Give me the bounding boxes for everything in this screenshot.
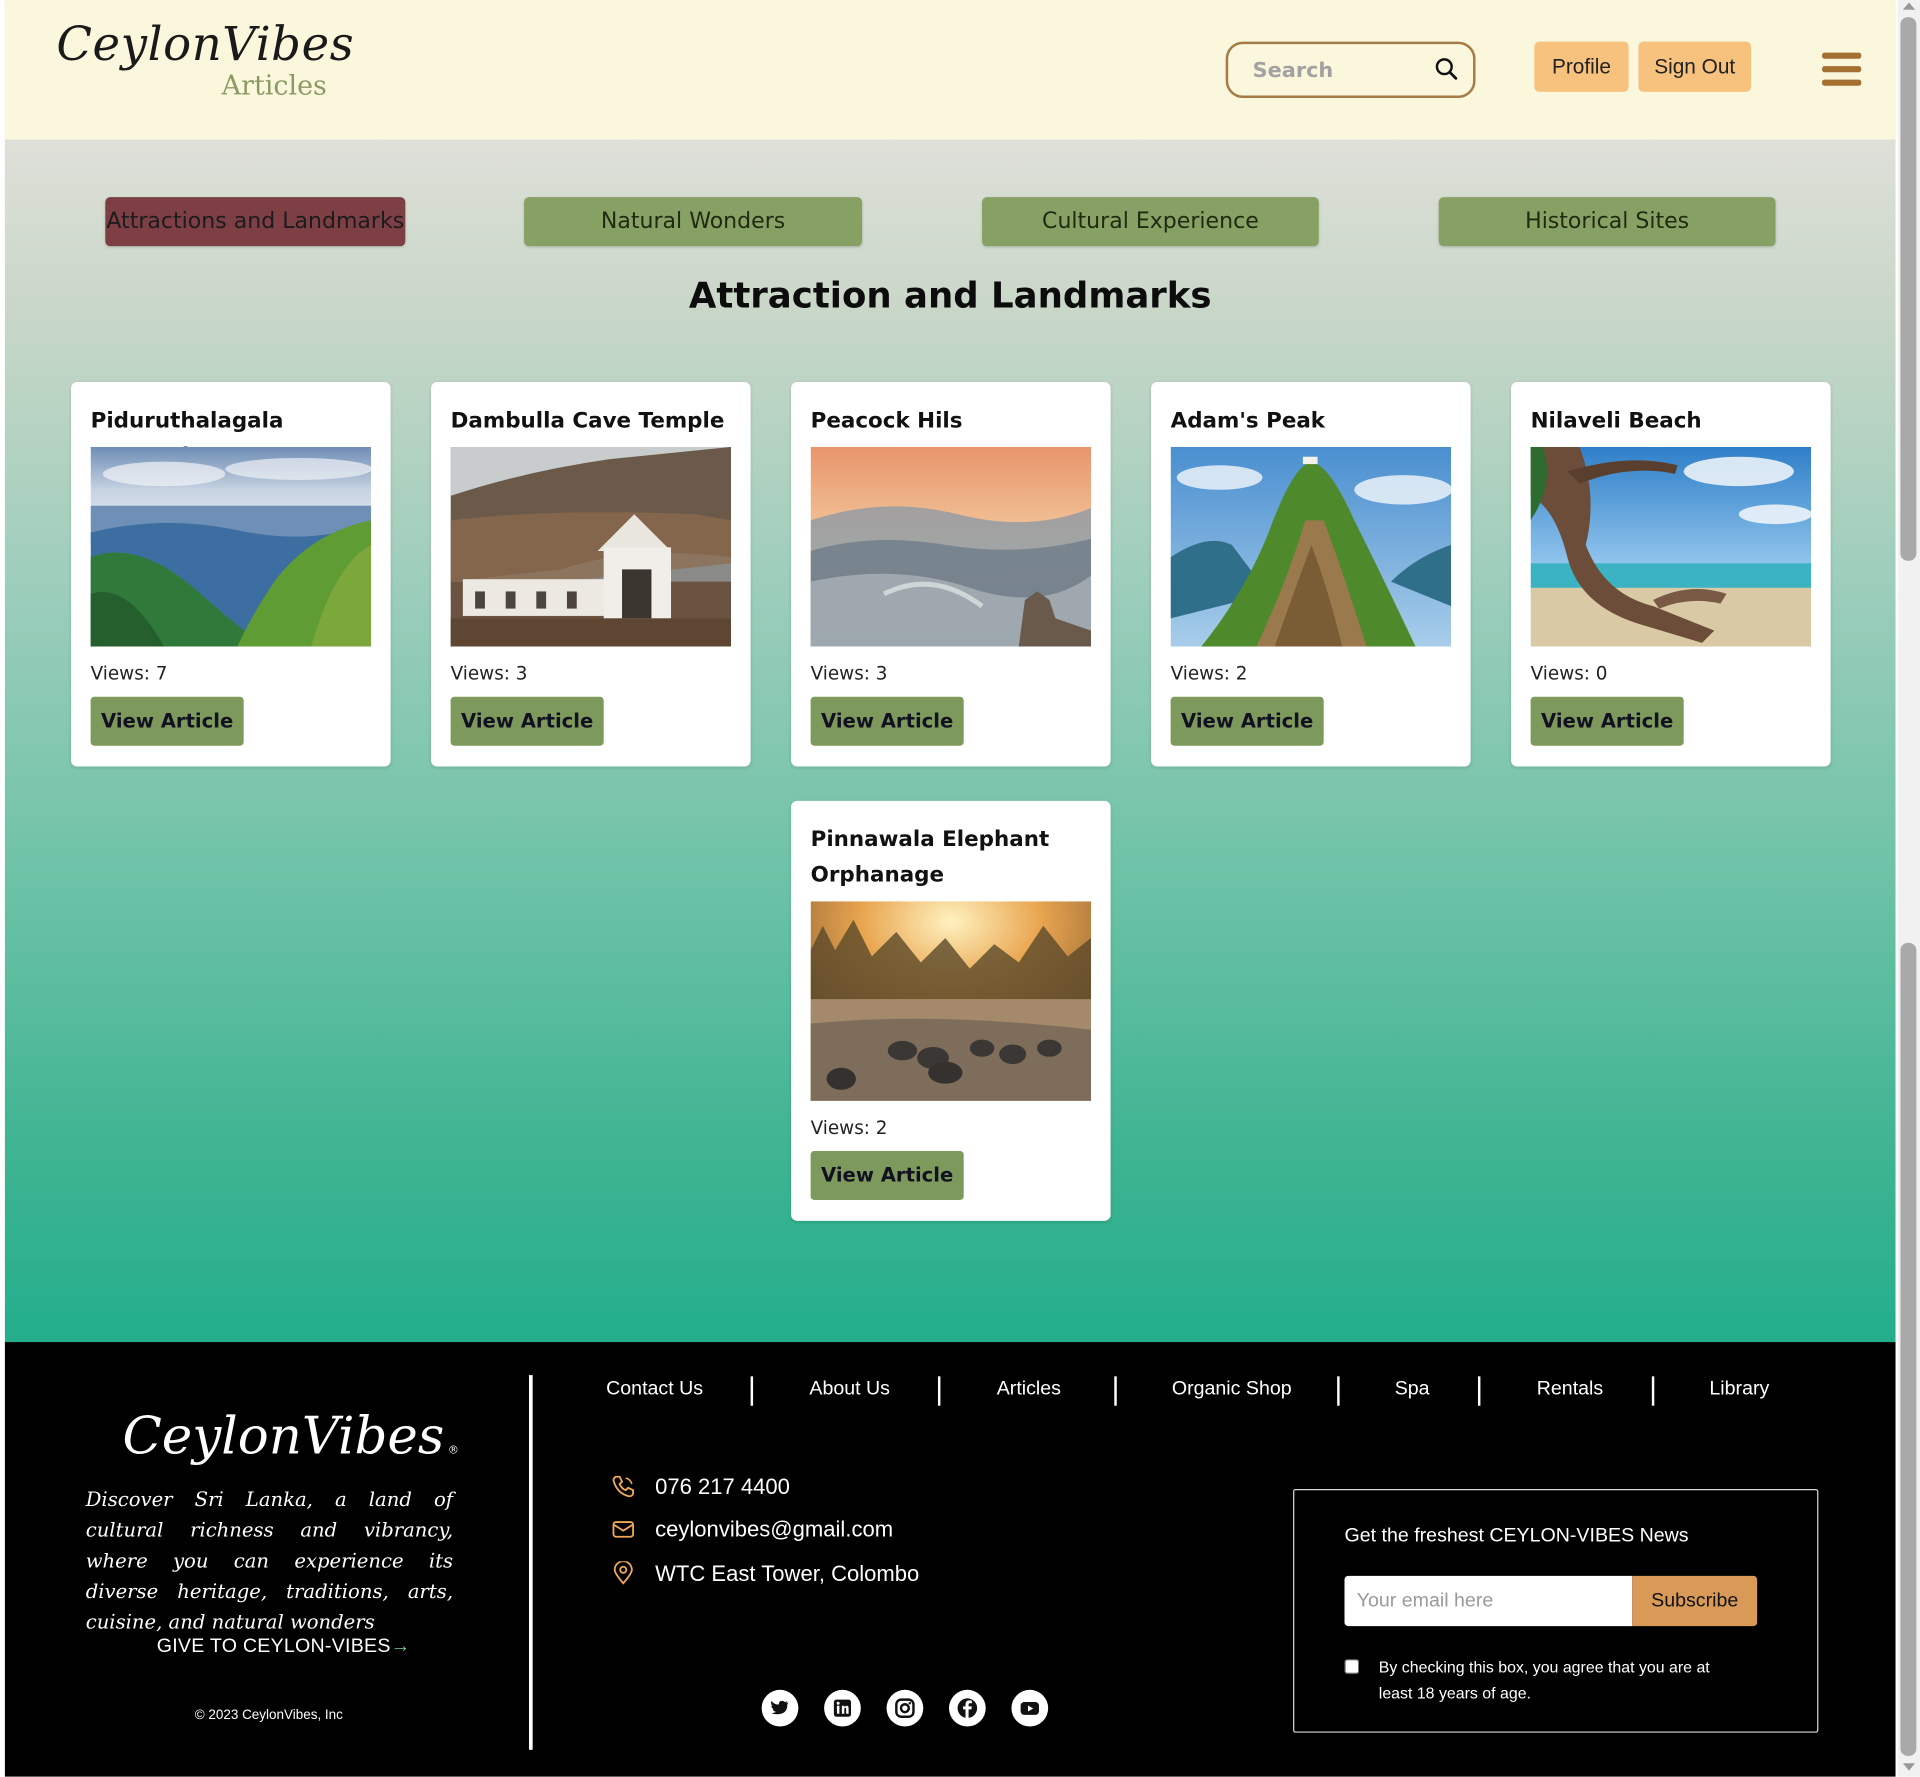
- menu-bar: [1822, 52, 1862, 59]
- hamburger-menu-icon[interactable]: [1822, 52, 1862, 90]
- footer-link-contact-us[interactable]: Contact Us: [606, 1379, 703, 1401]
- article-card: Peacock Hils Views: 3 View Article: [791, 382, 1111, 767]
- app-page: CeylonVibes Articles Profile Sign Out At…: [4, 0, 1896, 1777]
- card-image-mountain-valley: [90, 446, 372, 647]
- newsletter-title: Get the freshest CEYLON-VIBES News: [1344, 1525, 1689, 1547]
- footer-link-organic-shop[interactable]: Organic Shop: [1172, 1379, 1292, 1401]
- view-article-button[interactable]: View Article: [1530, 696, 1684, 746]
- copyright: © 2023 CeylonVibes, Inc: [194, 1708, 343, 1723]
- card-title: Adam's Peak: [1170, 408, 1326, 434]
- view-article-button[interactable]: View Article: [1170, 696, 1324, 746]
- sign-out-button[interactable]: Sign Out: [1638, 41, 1752, 92]
- card-image-green-peak: [1170, 446, 1452, 647]
- page-scrollbar[interactable]: [1897, 0, 1920, 1777]
- newsletter-box: Get the freshest CEYLON-VIBES News Subsc…: [1293, 1488, 1819, 1733]
- age-confirmation-text: By checking this box, you agree that you…: [1378, 1657, 1710, 1703]
- card-title: Nilaveli Beach: [1530, 408, 1702, 434]
- link-separator: [1114, 1376, 1117, 1406]
- subscribe-button[interactable]: Subscribe: [1632, 1575, 1758, 1627]
- phone-number: 076 217 4400: [655, 1474, 790, 1499]
- card-image-cave-temple: [450, 446, 732, 647]
- card-image-misty-hills: [810, 446, 1092, 647]
- card-views: Views: 3: [450, 662, 528, 685]
- youtube-icon[interactable]: [1011, 1689, 1049, 1727]
- address: WTC East Tower, Colombo: [655, 1561, 920, 1586]
- footer-logo-text: CeylonVibes: [122, 1405, 445, 1466]
- location-pin-icon: [613, 1561, 633, 1585]
- card-image-elephants-river: [810, 901, 1092, 1101]
- card-views: Views: 2: [810, 1116, 888, 1139]
- article-card: Adam's Peak Views: 2 View Article: [1151, 382, 1471, 767]
- twitter-icon[interactable]: [761, 1689, 799, 1727]
- site-header: CeylonVibes Articles Profile Sign Out: [4, 0, 1896, 140]
- newsletter-email-input[interactable]: [1344, 1575, 1633, 1627]
- link-separator: [1337, 1376, 1340, 1406]
- footer-link-articles[interactable]: Articles: [997, 1379, 1061, 1401]
- section-title: Attraction and Landmarks: [688, 274, 1212, 316]
- article-card: Dambulla Cave Temple Views: 3 View Artic…: [431, 382, 751, 767]
- footer-description: Discover Sri Lanka, a land of cultural r…: [85, 1487, 454, 1634]
- scroll-down-arrow-icon[interactable]: [1902, 1763, 1916, 1771]
- site-logo[interactable]: CeylonVibes: [56, 17, 354, 71]
- give-link[interactable]: GIVE TO CEYLON-VIBES→: [157, 1636, 411, 1658]
- footer-link-spa[interactable]: Spa: [1395, 1379, 1430, 1401]
- article-card: Pinnawala Elephant Orphanage Views: 2 Vi…: [791, 800, 1111, 1221]
- registered-mark: ®: [447, 1444, 459, 1458]
- search-icon[interactable]: [1434, 56, 1458, 80]
- card-views: Views: 3: [810, 662, 888, 685]
- footer-divider: [528, 1375, 533, 1750]
- menu-bar: [1822, 79, 1862, 86]
- profile-button[interactable]: Profile: [1534, 41, 1629, 92]
- card-title: Peacock Hils: [810, 408, 963, 434]
- card-title: Dambulla Cave Temple: [450, 408, 725, 434]
- view-article-button[interactable]: View Article: [810, 1151, 964, 1201]
- tab-cultural-experience[interactable]: Cultural Experience: [982, 197, 1319, 247]
- tab-natural-wonders[interactable]: Natural Wonders: [524, 197, 863, 247]
- give-link-label: GIVE TO CEYLON-VIBES: [156, 1635, 391, 1657]
- tab-attractions-and-landmarks[interactable]: Attractions and Landmarks: [105, 197, 406, 247]
- arrow-right-icon: →: [390, 1635, 411, 1657]
- scrollbar-thumb-lower[interactable]: [1900, 942, 1917, 1756]
- link-separator: [937, 1376, 941, 1406]
- tab-historical-sites[interactable]: Historical Sites: [1438, 197, 1776, 247]
- scrollbar-thumb[interactable]: [1900, 17, 1917, 561]
- card-views: Views: 0: [1530, 662, 1608, 685]
- search-input[interactable]: [1250, 53, 1427, 89]
- linkedin-icon[interactable]: [824, 1689, 861, 1727]
- mail-icon: [612, 1521, 634, 1538]
- view-article-button[interactable]: View Article: [90, 696, 244, 746]
- menu-bar: [1822, 66, 1862, 73]
- age-confirmation-checkbox[interactable]: [1344, 1659, 1360, 1674]
- main-content: Attractions and Landmarks Natural Wonder…: [4, 139, 1896, 1343]
- email-address[interactable]: ceylonvibes@gmail.com: [655, 1517, 893, 1543]
- card-views: Views: 2: [1170, 662, 1248, 685]
- footer-link-about-us[interactable]: About Us: [809, 1379, 890, 1401]
- footer-link-library[interactable]: Library: [1709, 1379, 1769, 1401]
- footer-logo: CeylonVibes ®: [122, 1406, 459, 1466]
- article-card: Nilaveli Beach Views: 0 View Article: [1511, 382, 1831, 767]
- phone-icon: [612, 1475, 634, 1498]
- view-article-button[interactable]: View Article: [810, 696, 964, 746]
- instagram-icon[interactable]: [886, 1689, 924, 1727]
- link-separator: [1651, 1376, 1655, 1406]
- card-image-beach-driftwood: [1530, 446, 1812, 647]
- article-card: Piduruthalagala Mountain: [71, 382, 391, 767]
- card-title: Pinnawala Elephant Orphanage: [810, 827, 1050, 888]
- link-separator: [750, 1376, 754, 1406]
- search-box: [1225, 41, 1476, 98]
- site-footer: CeylonVibes ® Discover Sri Lanka, a land …: [4, 1342, 1896, 1777]
- footer-link-rentals[interactable]: Rentals: [1537, 1379, 1603, 1401]
- card-views: Views: 7: [90, 662, 168, 685]
- facebook-icon[interactable]: [948, 1689, 986, 1727]
- link-separator: [1477, 1376, 1481, 1406]
- logo-subtitle: Articles: [221, 71, 327, 102]
- scroll-up-arrow-icon[interactable]: [1902, 2, 1916, 10]
- view-article-button[interactable]: View Article: [450, 696, 604, 746]
